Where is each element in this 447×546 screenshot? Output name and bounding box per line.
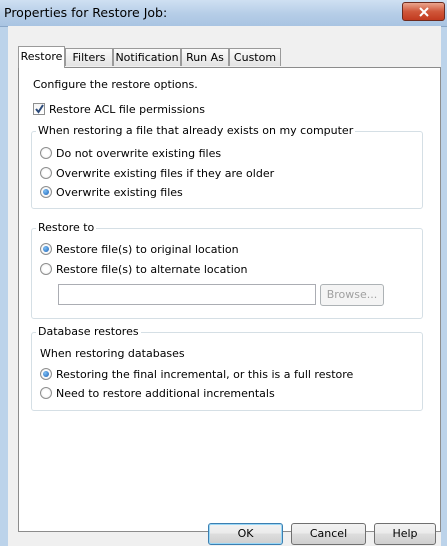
restore-acl-label[interactable]: Restore ACL file permissions bbox=[49, 103, 205, 116]
database-restores-group-title: Database restores bbox=[36, 325, 141, 338]
close-icon bbox=[419, 7, 429, 17]
database-restores-group: Database restores When restoring databas… bbox=[31, 325, 423, 411]
radio-do-not-overwrite-label[interactable]: Do not overwrite existing files bbox=[56, 147, 221, 160]
radio-overwrite-existing-label[interactable]: Overwrite existing files bbox=[56, 186, 183, 199]
restore-to-group: Restore to Restore file(s) to original l… bbox=[31, 221, 423, 319]
tab-notification[interactable]: Notification bbox=[113, 48, 181, 66]
window-title: Properties for Restore Job: bbox=[4, 5, 168, 20]
restore-tab-panel: Configure the restore options. Restore A… bbox=[18, 67, 441, 532]
checkmark-icon bbox=[35, 104, 44, 114]
database-restores-subtitle: When restoring databases bbox=[40, 347, 185, 360]
tab-restore[interactable]: Restore bbox=[18, 46, 65, 68]
alternate-location-path-input[interactable] bbox=[58, 284, 316, 305]
cancel-button[interactable]: Cancel bbox=[291, 523, 366, 545]
radio-alternate-location[interactable] bbox=[40, 263, 52, 275]
radio-alternate-location-label[interactable]: Restore file(s) to alternate location bbox=[56, 263, 247, 276]
title-bar[interactable]: Properties for Restore Job: bbox=[0, 0, 447, 27]
help-button[interactable]: Help bbox=[374, 523, 436, 545]
radio-do-not-overwrite[interactable] bbox=[40, 147, 52, 159]
existing-files-group-title: When restoring a file that already exist… bbox=[36, 124, 356, 137]
radio-overwrite-if-older[interactable] bbox=[40, 167, 52, 179]
radio-final-incremental[interactable] bbox=[40, 368, 52, 380]
radio-overwrite-existing[interactable] bbox=[40, 186, 52, 198]
radio-additional-incrementals-label[interactable]: Need to restore additional incrementals bbox=[56, 387, 275, 400]
dialog-body: Restore Filters Notification Run As Cust… bbox=[8, 26, 441, 546]
restore-to-group-title: Restore to bbox=[36, 221, 97, 234]
radio-additional-incrementals[interactable] bbox=[40, 387, 52, 399]
tab-filters[interactable]: Filters bbox=[65, 48, 113, 66]
radio-final-incremental-label[interactable]: Restoring the final incremental, or this… bbox=[56, 368, 353, 381]
tab-custom[interactable]: Custom bbox=[229, 48, 281, 66]
restore-description: Configure the restore options. bbox=[33, 78, 198, 91]
existing-files-group: When restoring a file that already exist… bbox=[31, 124, 423, 209]
restore-acl-checkbox[interactable] bbox=[33, 103, 45, 115]
browse-button[interactable]: Browse... bbox=[320, 284, 384, 306]
ok-button[interactable]: OK bbox=[208, 523, 283, 545]
radio-overwrite-if-older-label[interactable]: Overwrite existing files if they are old… bbox=[56, 167, 274, 180]
close-button[interactable] bbox=[402, 2, 445, 21]
radio-original-location[interactable] bbox=[40, 243, 52, 255]
radio-original-location-label[interactable]: Restore file(s) to original location bbox=[56, 243, 239, 256]
tab-run-as[interactable]: Run As bbox=[181, 48, 229, 66]
